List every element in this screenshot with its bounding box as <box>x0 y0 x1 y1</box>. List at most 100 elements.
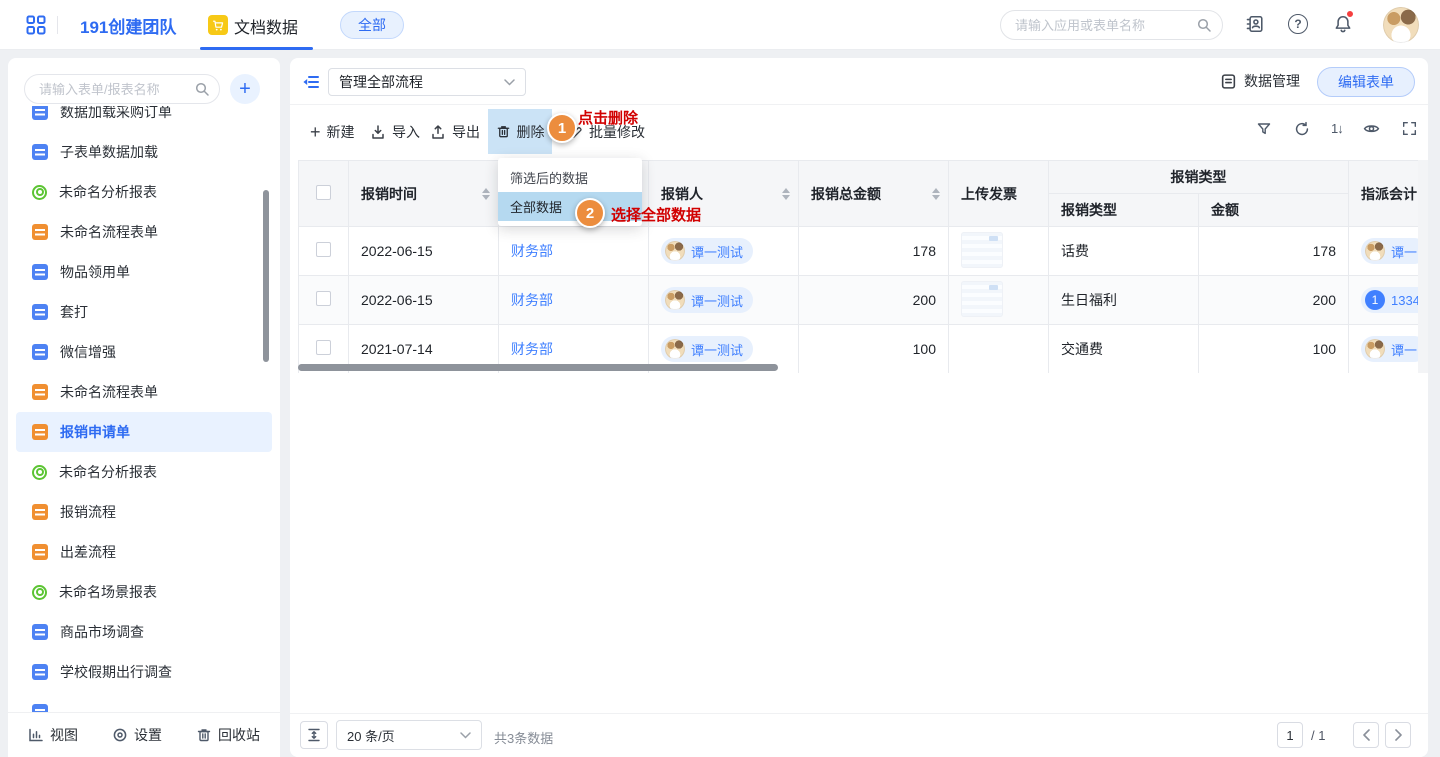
sidebar-item[interactable]: 报销流程 <box>16 492 272 532</box>
data-manage-button[interactable]: 数据管理 <box>1220 71 1300 91</box>
recycle-bin-button[interactable]: 回收站 <box>196 725 260 745</box>
sort-icon[interactable] <box>932 188 940 200</box>
user-avatar[interactable] <box>1383 7 1419 43</box>
apps-grid-icon[interactable] <box>26 15 46 35</box>
col-header-accountant[interactable]: 指派会计 <box>1349 161 1419 227</box>
row-checkbox[interactable] <box>316 291 331 306</box>
prev-page-button[interactable] <box>1353 722 1379 748</box>
invoice-cell <box>949 227 1049 276</box>
member-chip[interactable]: 谭一测试 <box>661 287 753 313</box>
member-chip[interactable]: 11334 <box>1361 287 1418 313</box>
sidebar-item[interactable] <box>16 692 272 712</box>
form-icon <box>32 304 48 320</box>
plus-icon: + <box>239 78 251 101</box>
settings-button[interactable]: 设置 <box>112 725 162 745</box>
col-header-invoice[interactable]: 上传发票 <box>949 161 1049 227</box>
sidebar-item[interactable]: 商品市场调查 <box>16 612 272 652</box>
col-header-time[interactable]: 报销时间 <box>349 161 499 227</box>
invoice-thumbnail[interactable] <box>961 281 1003 317</box>
sidebar-item-label: 出差流程 <box>60 542 116 562</box>
eye-icon[interactable] <box>1363 120 1381 137</box>
fullscreen-icon[interactable] <box>1401 121 1419 136</box>
current-page-value: 1 <box>1286 728 1293 743</box>
sidebar-item[interactable]: 出差流程 <box>16 532 272 572</box>
global-search-input[interactable] <box>1000 10 1223 40</box>
contacts-icon[interactable] <box>1245 14 1265 34</box>
sort-order-icon[interactable]: 1↓ <box>1331 121 1343 136</box>
accountant-cell: 谭一 <box>1349 227 1419 276</box>
member-chip[interactable]: 谭一测试 <box>661 238 753 264</box>
app-tab-label[interactable]: 文档数据 <box>234 14 298 38</box>
data-manage-label: 数据管理 <box>1244 71 1300 91</box>
type-cell: 话费 <box>1049 227 1199 276</box>
member-chip[interactable]: 谭一 <box>1361 238 1418 264</box>
sidebar-item-selected[interactable]: 报销申请单 <box>16 412 272 452</box>
sidebar-item[interactable]: 物品领用单 <box>16 252 272 292</box>
data-table-wrap: 报销时间 报销人 报销总金额 上传发票 <box>298 160 1418 373</box>
sort-icon[interactable] <box>782 188 790 200</box>
sidebar-item[interactable]: 子表单数据加载 <box>16 132 272 172</box>
sidebar-item[interactable]: 未命名流程表单 <box>16 212 272 252</box>
member-chip[interactable]: 谭一测试 <box>661 336 753 362</box>
member-chip[interactable]: 谭一 <box>1361 336 1418 362</box>
menu-item-filtered-data[interactable]: 筛选后的数据 <box>498 163 642 192</box>
import-button[interactable]: 导入 <box>370 118 420 146</box>
menu-item-label: 全部数据 <box>510 197 562 216</box>
table-row[interactable]: 2022-06-15 财务部 谭一测试 178 话费 178 谭一 <box>299 227 1419 276</box>
sidebar-item[interactable]: 数据加载采购订单 <box>16 106 272 132</box>
team-name[interactable]: 191创建团队 <box>80 13 176 38</box>
search-icon[interactable] <box>1196 17 1212 33</box>
invoice-thumbnail[interactable] <box>961 232 1003 268</box>
export-icon <box>430 124 446 140</box>
sub-col-header-amount[interactable]: 金额 <box>1199 194 1349 227</box>
help-icon[interactable]: ? <box>1288 14 1308 34</box>
form-icon <box>32 344 48 360</box>
refresh-icon[interactable] <box>1293 121 1311 137</box>
add-form-button[interactable]: + <box>230 74 260 104</box>
form-search-input[interactable] <box>24 74 220 104</box>
filter-icon[interactable] <box>1255 121 1273 137</box>
total-count-label: 共3条数据 <box>494 728 553 747</box>
form-icon <box>32 624 48 640</box>
search-icon[interactable] <box>194 81 210 97</box>
sidebar-item[interactable]: 未命名分析报表 <box>16 172 272 212</box>
row-checkbox[interactable] <box>316 242 331 257</box>
col-header-label: 报销人 <box>661 186 703 202</box>
collapse-sidebar-icon[interactable] <box>302 73 320 91</box>
new-button[interactable]: + 新建 <box>310 118 355 146</box>
edit-form-button[interactable]: 编辑表单 <box>1317 67 1415 97</box>
gear-icon <box>112 727 128 743</box>
sidebar-item[interactable]: 学校假期出行调查 <box>16 652 272 692</box>
sidebar-item-label: 学校假期出行调查 <box>60 662 172 682</box>
form-icon <box>32 504 48 520</box>
menu-item-label: 筛选后的数据 <box>510 168 588 187</box>
sidebar-scrollbar[interactable] <box>263 190 269 362</box>
views-button[interactable]: 视图 <box>28 725 78 745</box>
sidebar-item[interactable]: 未命名流程表单 <box>16 372 272 412</box>
row-height-button[interactable] <box>300 721 328 749</box>
sidebar-item[interactable]: 未命名场景报表 <box>16 572 272 612</box>
select-all-checkbox[interactable] <box>316 185 331 200</box>
next-page-button[interactable] <box>1385 722 1411 748</box>
sub-col-header-type[interactable]: 报销类型 <box>1049 194 1199 227</box>
sidebar-item[interactable]: 套打 <box>16 292 272 332</box>
sort-icon[interactable] <box>482 188 490 200</box>
row-checkbox[interactable] <box>316 340 331 355</box>
sidebar-item[interactable]: 未命名分析报表 <box>16 452 272 492</box>
annotation-step-2-badge: 2 <box>575 198 605 228</box>
data-manage-icon <box>1220 73 1237 90</box>
col-header-total[interactable]: 报销总金额 <box>799 161 949 227</box>
main-topbar: 管理全部流程 数据管理 编辑表单 <box>290 58 1428 105</box>
delete-button[interactable]: 删除 <box>488 109 552 154</box>
date-cell: 2022-06-15 <box>349 276 499 325</box>
export-button[interactable]: 导出 <box>430 118 480 146</box>
current-page-input[interactable]: 1 <box>1277 722 1303 748</box>
col-header-label: 报销类型 <box>1061 202 1117 218</box>
amount-cell: 100 <box>1199 325 1349 374</box>
flow-scope-select[interactable]: 管理全部流程 <box>328 68 526 96</box>
page-size-select[interactable]: 20 条/页 <box>336 720 482 750</box>
table-horizontal-scrollbar[interactable] <box>298 364 778 371</box>
scope-filter-pill[interactable]: 全部 <box>340 11 404 39</box>
sidebar-item[interactable]: 微信增强 <box>16 332 272 372</box>
table-row[interactable]: 2022-06-15 财务部 谭一测试 200 生日福利 200 11334 <box>299 276 1419 325</box>
